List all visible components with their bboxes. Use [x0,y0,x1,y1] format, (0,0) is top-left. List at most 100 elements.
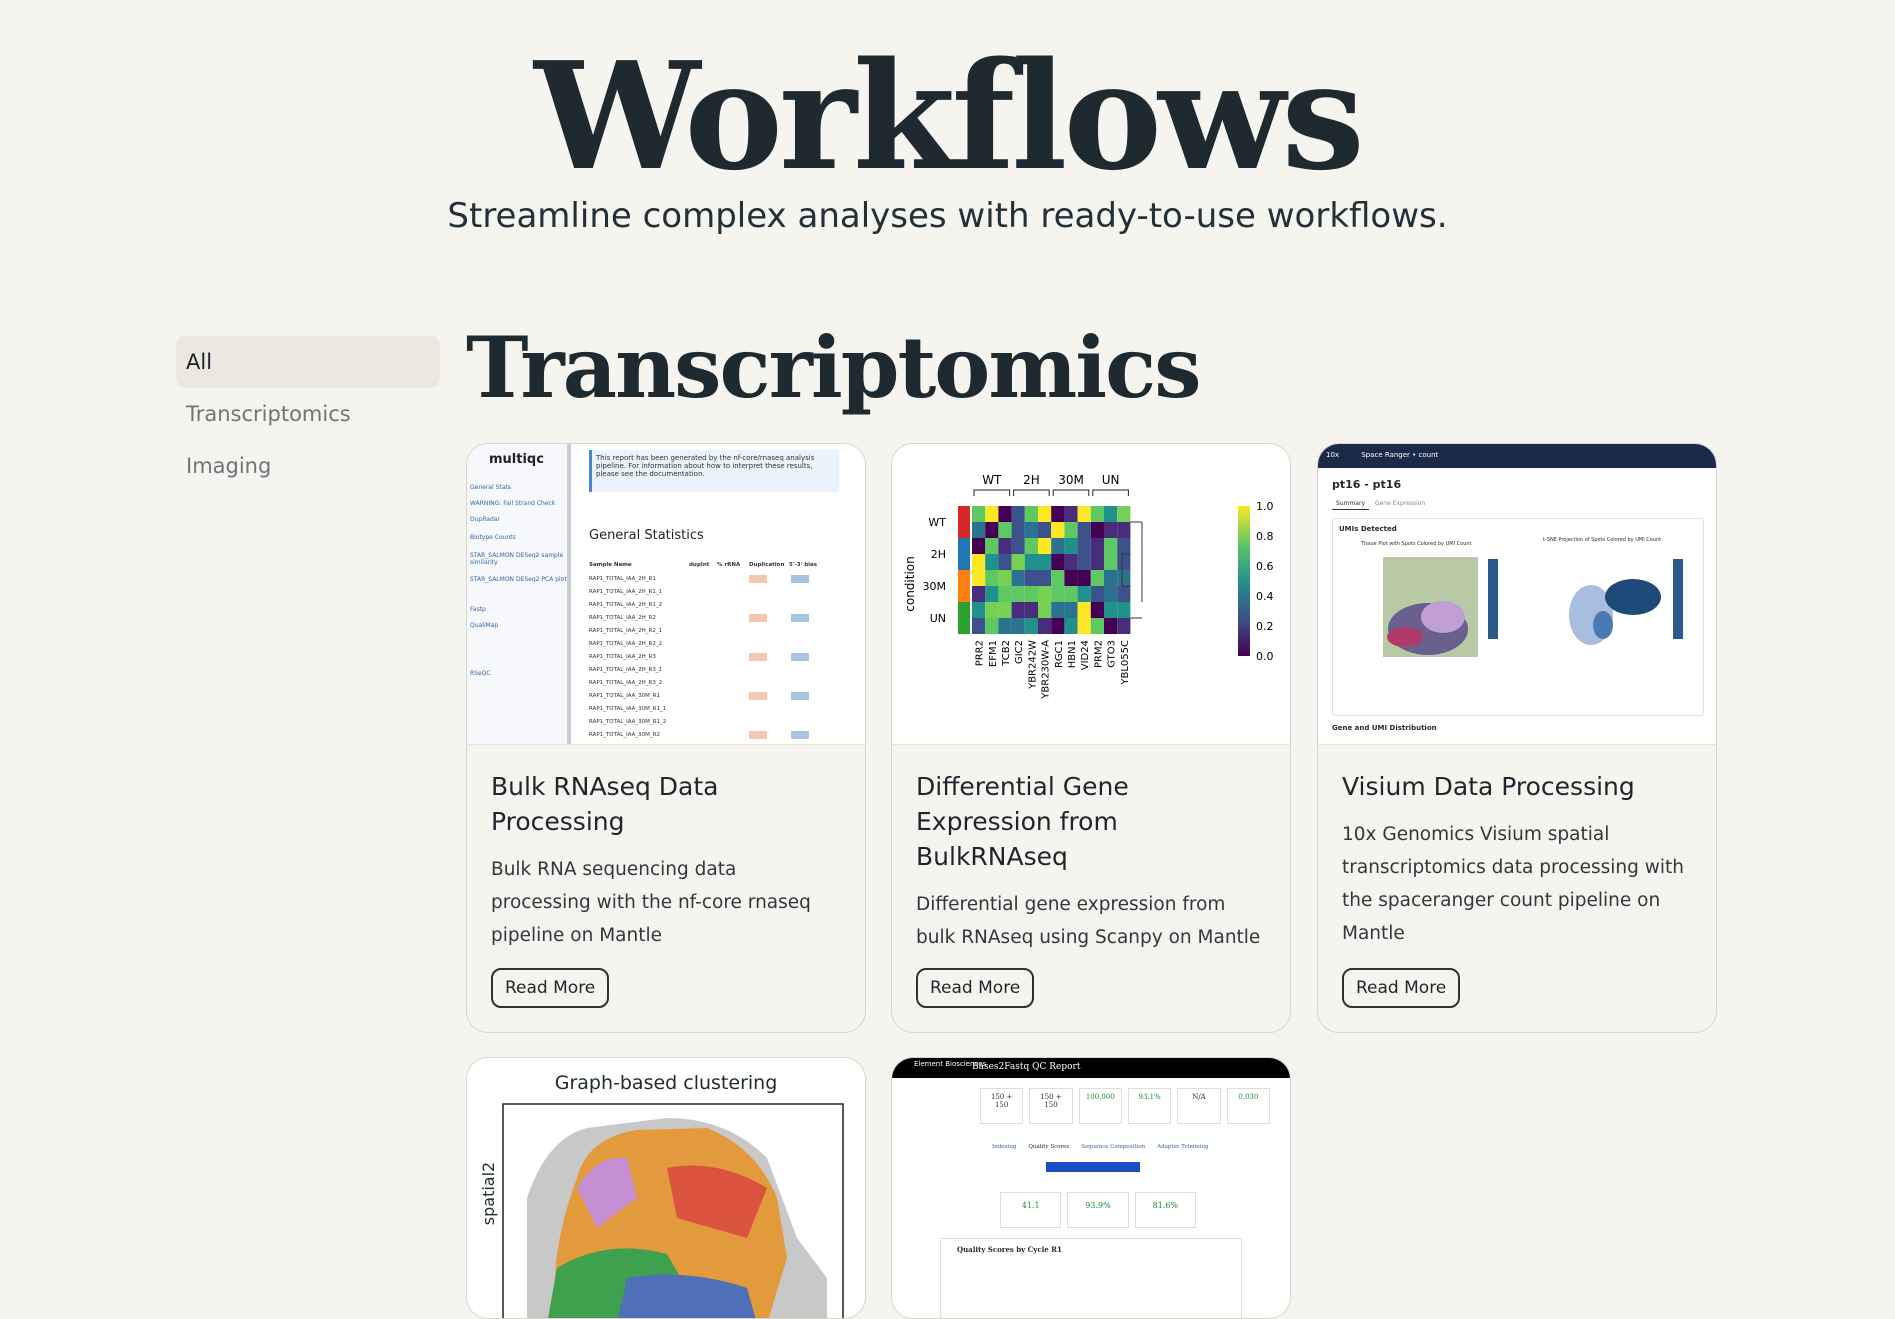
heatmap-cell [972,522,986,538]
heatmap-cell [972,570,986,586]
tab-adapter-trimming: Adapter Trimming [1157,1144,1209,1150]
heatmap-cell [1011,618,1025,634]
heatmap-cell [1038,618,1052,634]
quality-chart: Quality Scores by Cycle R1 [940,1238,1242,1318]
tab-quality-scores: Quality Scores [1028,1144,1070,1150]
heatmap-cell [998,586,1012,602]
stat-box: 0.030 [1226,1088,1270,1124]
tab-gene-expression: Gene Expression [1374,500,1426,507]
heatmap-cell [1077,522,1091,538]
nav-link: STAR_SALMON DESeq2 sample similarity [470,552,564,566]
card-title: Bulk RNAseq Data Processing [491,772,719,836]
colorbar-tick-label: 0.0 [1256,650,1274,663]
heatmap-cell [985,618,999,634]
table-bar [749,614,767,622]
workflow-card-visium[interactable]: 10x Space Ranger • count pt16 - pt16 Sum… [1317,443,1717,1033]
heatmap-cell [1011,554,1025,570]
section-title: Transcriptomics [466,318,1202,417]
read-more-button[interactable]: Read More [1342,968,1461,1008]
stat-box: N/A [1177,1088,1221,1124]
heatmap-cell [972,554,986,570]
table-bar [791,653,809,661]
gene-label: TCB2 [1001,640,1012,667]
table-row: RAP1_TOTAL_IAA_30M_R1_2 [589,719,667,725]
heatmap-cell [1090,586,1104,602]
heatmap-ylabel: condition [903,556,917,611]
heatmap-cell [972,586,986,602]
umi-panel: UMIs Detected Tissue Plot with Spots Col… [1332,518,1704,716]
multiqc-nav: multiqc General Stats WARNING: Fail Stra… [467,444,571,744]
heatmap-cell [1104,618,1118,634]
nav-link: General Stats [470,484,511,491]
colorbar-tick-label: 0.4 [1256,590,1274,603]
heatmap-cell [1011,538,1025,554]
gene-label: PRM2 [1093,640,1104,668]
heatmap-cell [1024,618,1038,634]
colorbar-tick-label: 0.6 [1256,560,1274,573]
gene-label: GTO3 [1107,640,1118,668]
gene-label: YBR230W-A [1041,640,1052,700]
nav-link: WARNING: Fail Strand Check [470,500,556,507]
workflow-card-bases2fastq[interactable]: Element Biosciences Bases2Fastq QC Repor… [891,1057,1291,1319]
sidebar-item-transcriptomics[interactable]: Transcriptomics [176,388,440,440]
heatmap-cell [985,506,999,522]
read-more-button[interactable]: Read More [916,968,1035,1008]
heatmap-cell [985,602,999,618]
read-more-button[interactable]: Read More [491,968,610,1008]
heatmap-cell [1011,522,1025,538]
workflow-card-clustering[interactable]: Graph-based clustering spatial2 [466,1057,866,1319]
heatmap-cell [1038,602,1052,618]
gene-label: VID24 [1080,640,1091,670]
sidebar-item-imaging[interactable]: Imaging [176,440,440,492]
table-row: RAP1_TOTAL_IAA_2H_R1_1 [589,589,663,595]
heatmap-cell [985,570,999,586]
heatmap-cell [1117,586,1131,602]
heatmap-cell [1051,586,1065,602]
heatmap-chart: condition WT WT 2H 2H 30M 30M UN UN PRR2 EFM1 TCB2… [903,473,1274,700]
app-bar-title: Space Ranger • count [1361,451,1439,459]
metric-box: 93.9% [1067,1192,1129,1228]
group-row-label: UN [930,612,946,625]
heatmap-cell [1117,538,1131,554]
heatmap-cell [1117,602,1131,618]
heatmap-cell [1064,602,1078,618]
heatmap-cell [1011,570,1025,586]
heatmap-cell [1064,522,1078,538]
heatmap-cell [1077,506,1091,522]
group-column-label: WT [982,473,1002,487]
gene-label: YBR242W [1027,640,1038,690]
heatmap-cell [1051,570,1065,586]
table-bar [749,653,767,661]
heatmap-cell [1064,554,1078,570]
card-thumbnail: Graph-based clustering spatial2 [467,1058,865,1318]
heatmap-cell [1090,618,1104,634]
heatmap-cell [1024,538,1038,554]
report-banner: This report has been generated by the nf… [589,450,839,492]
card-title: Visium Data Processing [1342,772,1635,801]
table-bar [791,575,809,583]
stat-box: 100,000 [1078,1088,1122,1124]
group-color-bar [958,602,970,634]
workflow-card-bulk-rnaseq[interactable]: multiqc General Stats WARNING: Fail Stra… [466,443,866,1033]
heatmap-cell [1038,538,1052,554]
table-row: RAP1_TOTAL_IAA_2H_R2_2 [589,641,663,647]
card-thumbnail: 10x Space Ranger • count pt16 - pt16 Sum… [1318,444,1716,745]
heatmap-cell [1104,538,1118,554]
workflow-card-dge[interactable]: condition WT WT 2H 2H 30M 30M UN UN PRR2 EFM1 TCB2… [891,443,1291,1033]
group-row-label: 30M [923,580,947,593]
heatmap-cell [1104,554,1118,570]
cluster-plot [502,1103,844,1318]
page-subtitle: Streamline complex analyses with ready-t… [447,196,1448,236]
heatmap-cell [985,586,999,602]
report-heading: General Statistics [589,528,704,543]
sidebar-item-all[interactable]: All [176,336,440,388]
heatmap-cell [1064,506,1078,522]
heatmap-cell [1090,602,1104,618]
heatmap-cell [1024,570,1038,586]
table-header: Sample Name dupInt % rRNA Duplication 5'… [589,562,818,568]
heatmap-cell [1077,618,1091,634]
stat-box: 150 + 150 [1029,1088,1073,1124]
heatmap-cell [1090,522,1104,538]
heatmap-cell [985,554,999,570]
table-bar [791,731,809,739]
